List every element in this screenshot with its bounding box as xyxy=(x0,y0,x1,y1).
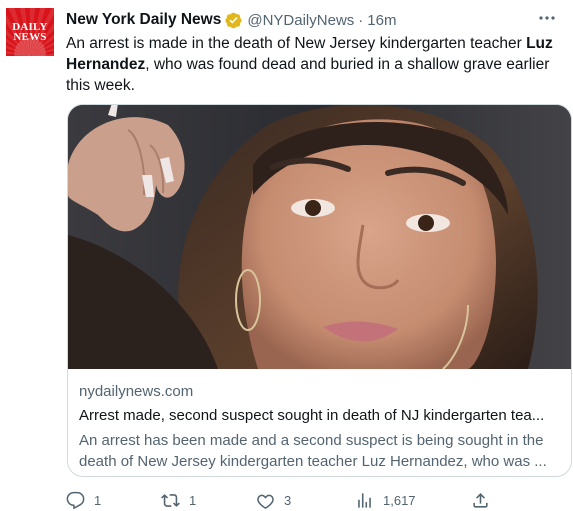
retweet-button[interactable]: 1 xyxy=(161,489,196,511)
retweet-count: 1 xyxy=(189,492,197,508)
link-card[interactable]: nydailynews.com Arrest made, second susp… xyxy=(67,104,572,477)
reply-icon xyxy=(66,491,85,509)
reply-count: 1 xyxy=(94,492,102,508)
views-button[interactable]: 1,617 xyxy=(355,489,416,511)
portrait-photo xyxy=(68,105,571,369)
card-meta: nydailynews.com Arrest made, second susp… xyxy=(79,382,559,472)
timestamp[interactable]: 16m xyxy=(367,12,396,29)
share-icon xyxy=(473,492,488,508)
card-description: An arrest has been made and a second sus… xyxy=(79,432,547,470)
more-dots-icon[interactable] xyxy=(535,8,559,28)
avatar-logo-text: DAILY NEWS xyxy=(6,22,54,43)
account-avatar[interactable]: DAILY NEWS xyxy=(6,8,54,56)
tweet-header: New York Daily News @NYDailyNews · 16m xyxy=(66,9,396,31)
card-image[interactable] xyxy=(68,105,571,369)
tweet-actions: 1 1 3 1,617 xyxy=(66,489,496,511)
tweet-text-start: An arrest is made in the death of New Je… xyxy=(66,35,527,52)
share-button[interactable] xyxy=(471,489,490,511)
card-title[interactable]: Arrest made, second suspect sought in de… xyxy=(79,406,559,426)
views-icon xyxy=(358,492,371,508)
more-dots-glyph xyxy=(539,16,555,20)
tweet-text: An arrest is made in the death of New Je… xyxy=(66,33,561,96)
like-count: 3 xyxy=(284,492,292,508)
display-name[interactable]: New York Daily News xyxy=(66,11,221,29)
views-count: 1,617 xyxy=(383,492,416,508)
handle[interactable]: @NYDailyNews xyxy=(247,12,354,29)
retweet-icon xyxy=(161,493,180,507)
heart-icon xyxy=(257,494,274,509)
verified-badge-icon[interactable] xyxy=(224,11,243,30)
separator-dot: · xyxy=(358,11,364,29)
reply-button[interactable]: 1 xyxy=(66,489,101,511)
like-button[interactable]: 3 xyxy=(256,489,291,511)
card-domain: nydailynews.com xyxy=(79,383,194,400)
avatar-logo-line2: NEWS xyxy=(13,31,47,43)
